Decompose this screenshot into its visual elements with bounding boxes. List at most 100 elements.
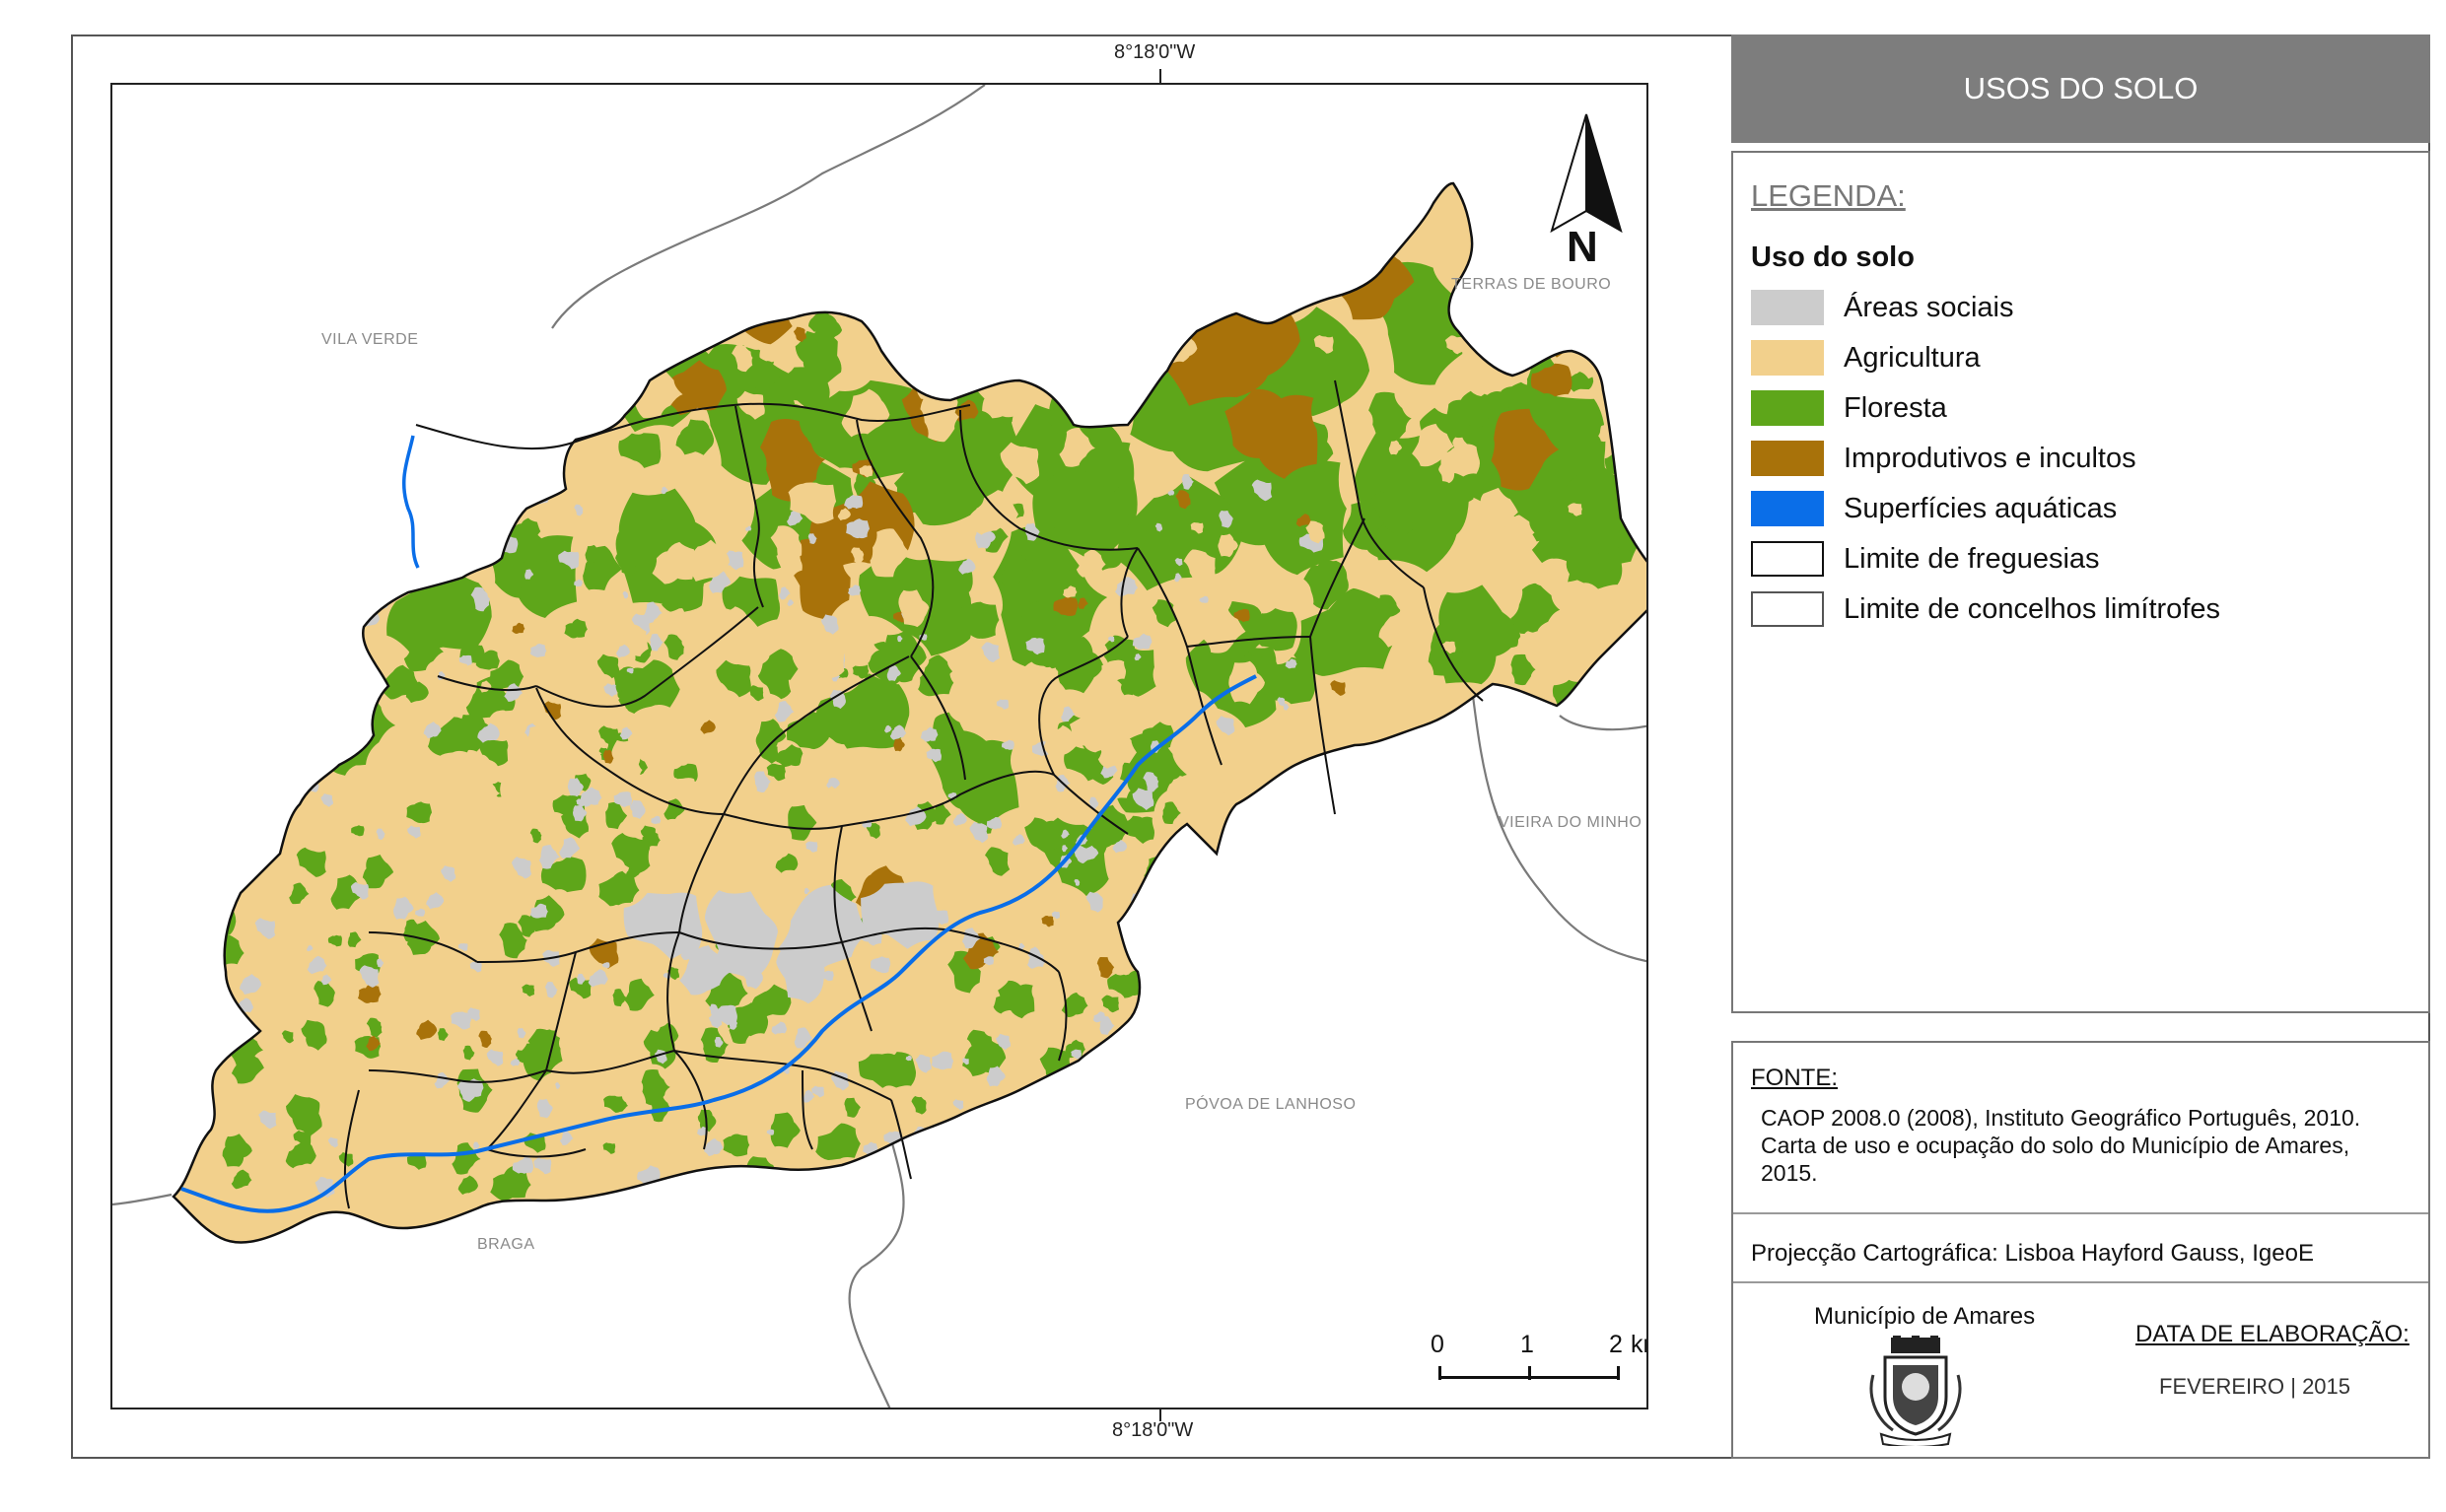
municipality-land-use: [174, 183, 1646, 1243]
land-use-patch: [1160, 979, 1178, 995]
municipality-name: Município de Amares: [1814, 1303, 2036, 1330]
land-use-patch: [311, 723, 323, 737]
scale-tick-2: [1617, 1366, 1620, 1380]
land-use-patch: [516, 318, 637, 420]
land-use-patch: [1608, 390, 1635, 423]
land-use-patch: [330, 698, 355, 722]
land-use-patch: [1176, 1147, 1190, 1159]
coordinate-label-bottom: 8°18'0"W: [1112, 1419, 1194, 1441]
land-use-patch: [1535, 729, 1561, 759]
land-use-patch: [1537, 716, 1571, 757]
land-use-patch: [1109, 1132, 1134, 1154]
land-use-patch: [514, 347, 535, 370]
municipality-crest-icon: [1869, 1336, 1962, 1446]
land-use-patch: [335, 727, 355, 750]
land-use-patch: [269, 488, 281, 499]
neighbor-label-povoa-de-lanhoso: PÓVOA DE LANHOSO: [1185, 1096, 1357, 1113]
map-frame[interactable]: VILA VERDE TERRAS DE BOURO VIEIRA DO MIN…: [110, 83, 1648, 1409]
swatch-limite-freguesias: [1751, 541, 1824, 577]
land-use-patch: [1021, 341, 1052, 380]
land-use-patch: [225, 503, 246, 522]
land-use-patch: [244, 670, 258, 686]
legend-heading: LEGENDA:: [1751, 178, 1906, 213]
land-use-patch: [223, 847, 244, 866]
land-use-patch: [1154, 996, 1167, 1011]
land-use-patch: [952, 1185, 977, 1205]
land-use-patch: [725, 264, 793, 345]
land-use-patch: [269, 538, 282, 551]
land-use-patch: [254, 532, 278, 553]
boundary-vilaverde-terras: [551, 85, 986, 329]
land-use-patch: [1275, 973, 1291, 988]
land-use-patch: [1026, 1096, 1035, 1106]
land-use-patch: [424, 544, 442, 562]
land-use-patch: [1367, 192, 1419, 237]
land-use-patch: [522, 343, 566, 399]
land-use-patch: [1118, 1160, 1140, 1183]
scale-label-1: 1: [1520, 1331, 1534, 1358]
land-use-patch: [326, 629, 340, 641]
land-use-patch: [1498, 702, 1534, 746]
legend-subtitle: Uso do solo: [1751, 241, 1915, 273]
land-use-patch: [419, 257, 539, 396]
land-use-patch: [1025, 291, 1060, 322]
land-use-patch: [501, 395, 551, 451]
land-use-patch: [519, 483, 527, 492]
land-use-patch: [1160, 887, 1176, 900]
land-use-patch: [835, 1182, 860, 1205]
legend-label: Limite de freguesias: [1844, 543, 2100, 575]
swatch-agricultura: [1751, 340, 1824, 376]
land-use-map[interactable]: [112, 85, 1648, 1409]
land-use-patch: [935, 1141, 947, 1152]
land-use-patch: [806, 1168, 829, 1191]
land-use-patch: [1037, 338, 1065, 372]
boundary-terras-vieira: [1559, 715, 1646, 731]
land-use-patch: [897, 312, 943, 362]
land-use-patch: [372, 583, 391, 606]
land-use-patch: [1141, 952, 1156, 968]
land-use-patch: [1083, 1141, 1094, 1156]
land-use-patch: [898, 308, 937, 350]
legend-label: Áreas sociais: [1844, 292, 2014, 323]
land-use-patch: [455, 489, 475, 513]
land-use-patch: [1479, 309, 1532, 351]
scale-tick-1: [1528, 1366, 1531, 1380]
land-use-patch: [1236, 891, 1244, 901]
land-use-patch: [1299, 870, 1319, 895]
source-line: CAOP 2008.0 (2008), Instituto Geográfico…: [1761, 1105, 2361, 1131]
land-use-patch: [1140, 1162, 1153, 1177]
land-use-patch: [455, 484, 504, 534]
land-use-patch: [1254, 809, 1268, 826]
river-west-branch: [401, 435, 420, 569]
swatch-limite-concelhos: [1751, 591, 1824, 627]
land-use-patch: [289, 612, 307, 628]
land-use-patch: [913, 316, 950, 349]
land-use-patch: [345, 677, 364, 696]
land-use-patch: [455, 548, 472, 570]
land-use-patch: [254, 647, 293, 683]
land-use-patch: [247, 496, 258, 507]
land-use-patch: [936, 315, 966, 343]
land-use-patch: [1493, 314, 1520, 342]
land-use-patch: [1291, 1166, 1300, 1177]
land-use-patch: [1228, 989, 1240, 1001]
land-use-patch: [1174, 1115, 1198, 1143]
land-use-patch: [918, 340, 930, 352]
land-use-patch: [1075, 1154, 1099, 1178]
land-use-patch: [201, 704, 226, 724]
land-use-patch: [268, 652, 292, 674]
north-label: N: [1567, 223, 1598, 271]
date-heading: DATA DE ELABORAÇÃO:: [2135, 1321, 2410, 1347]
land-use-patch: [464, 360, 477, 376]
source-line: Carta de uso e ocupação do solo do Munic…: [1761, 1133, 2350, 1158]
land-use-patch: [1027, 322, 1043, 341]
land-use-patch: [1242, 804, 1259, 820]
legend-label: Improdutivos e incultos: [1844, 443, 2136, 474]
neighbor-label-vieira-do-minho: VIEIRA DO MINHO: [1499, 814, 1642, 831]
land-use-patch: [871, 1159, 885, 1174]
scale-unit: km: [1631, 1331, 1646, 1358]
date-value: FEVEREIRO | 2015: [2159, 1374, 2351, 1399]
land-use-patch: [390, 494, 447, 541]
land-use-patch: [450, 535, 466, 554]
land-use-patch: [1243, 964, 1254, 977]
